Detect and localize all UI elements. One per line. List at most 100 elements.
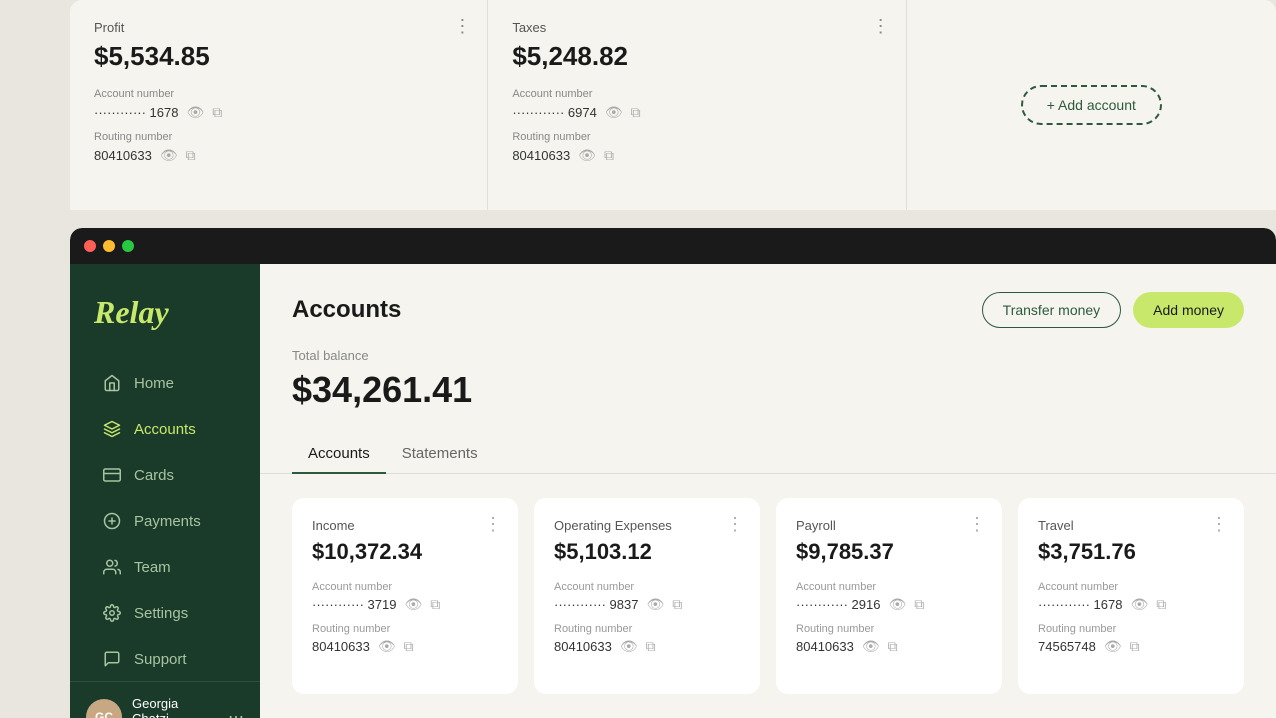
sidebar-item-home-label: Home — [134, 375, 174, 392]
sidebar-item-team[interactable]: Team — [78, 545, 252, 589]
bg-profit-card: Profit $5,534.85 Account number ········… — [70, 0, 488, 210]
payroll-routing-field: Routing number 80410633 👁 ⧉ — [796, 623, 982, 655]
copy-icon[interactable]: ⧉ — [1130, 638, 1140, 655]
sidebar-item-payments[interactable]: Payments — [78, 499, 252, 543]
opex-name: Operating Expenses — [554, 518, 740, 533]
copy-icon[interactable]: ⧉ — [646, 638, 656, 655]
payroll-acct-field: Account number ············ 2916 👁 ⧉ — [796, 581, 982, 613]
travel-card-menu[interactable]: ⋮ — [1210, 514, 1228, 535]
copy-icon[interactable]: ⧉ — [186, 147, 196, 164]
copy-icon[interactable]: ⧉ — [914, 596, 924, 613]
layers-icon — [102, 419, 122, 439]
opex-routing-field: Routing number 80410633 👁 ⧉ — [554, 623, 740, 655]
taxes-card-menu[interactable]: ⋮ — [872, 16, 890, 37]
avatar: GC — [86, 699, 122, 718]
tab-bar: Accounts Statements — [260, 435, 1276, 474]
payroll-amount: $9,785.37 — [796, 539, 982, 565]
opex-card-menu[interactable]: ⋮ — [726, 514, 744, 535]
copy-icon[interactable]: ⧉ — [212, 104, 222, 121]
sidebar-item-settings-label: Settings — [134, 605, 188, 622]
background-window: Profit $5,534.85 Account number ········… — [70, 0, 1276, 210]
chrome-minimize[interactable] — [103, 240, 115, 252]
bg-taxes-routing-value: 80410633 👁 ⧉ — [512, 147, 881, 164]
eye-icon[interactable]: 👁 — [160, 147, 178, 164]
eye-icon[interactable]: 👁 — [404, 596, 422, 613]
main-content: Accounts Transfer money Add money Total … — [260, 264, 1276, 718]
tab-accounts[interactable]: Accounts — [292, 435, 386, 474]
payroll-acct-value: ············ 2916 👁 ⧉ — [796, 596, 982, 613]
eye-icon[interactable]: 👁 — [646, 596, 664, 613]
bg-taxes-amount: $5,248.82 — [512, 41, 881, 72]
profit-card-menu[interactable]: ⋮ — [453, 16, 471, 37]
eye-icon[interactable]: 👁 — [1130, 596, 1148, 613]
dollar-icon — [102, 511, 122, 531]
transfer-money-button[interactable]: Transfer money — [982, 292, 1122, 328]
chat-icon — [102, 649, 122, 669]
account-card-opex: ⋮ Operating Expenses $5,103.12 Account n… — [534, 498, 760, 694]
sidebar-item-accounts[interactable]: Accounts — [78, 407, 252, 451]
add-account-button[interactable]: + Add account — [1021, 85, 1162, 125]
user-name: Georgia Chatzi — [132, 696, 218, 718]
user-menu-button[interactable]: ⋯ — [228, 707, 244, 718]
bg-profit-routing-value: 80410633 👁 ⧉ — [94, 147, 463, 164]
copy-icon[interactable]: ⧉ — [404, 638, 414, 655]
opex-routing-number: 80410633 — [554, 639, 612, 654]
accounts-grid: ⋮ Income $10,372.34 Account number ·····… — [260, 474, 1276, 718]
sidebar-item-cards[interactable]: Cards — [78, 453, 252, 497]
chrome-maximize[interactable] — [122, 240, 134, 252]
income-acct-label: Account number — [312, 581, 498, 593]
sidebar-item-home[interactable]: Home — [78, 361, 252, 405]
eye-icon[interactable]: 👁 — [620, 638, 638, 655]
income-card-menu[interactable]: ⋮ — [484, 514, 502, 535]
copy-icon[interactable]: ⧉ — [888, 638, 898, 655]
opex-acct-field: Account number ············ 9837 👁 ⧉ — [554, 581, 740, 613]
opex-acct-label: Account number — [554, 581, 740, 593]
copy-icon[interactable]: ⧉ — [1156, 596, 1166, 613]
bg-profit-acct-mask: ············ 1678 — [94, 105, 178, 120]
opex-routing-value: 80410633 👁 ⧉ — [554, 638, 740, 655]
copy-icon[interactable]: ⧉ — [672, 596, 682, 613]
opex-acct-mask: ············ 9837 — [554, 597, 638, 612]
header-actions: Transfer money Add money — [982, 292, 1244, 328]
travel-acct-label: Account number — [1038, 581, 1224, 593]
user-profile[interactable]: GC Georgia Chatzi Henry's Hat Hut ⋯ — [70, 681, 260, 718]
tab-statements[interactable]: Statements — [386, 435, 494, 474]
income-acct-value: ············ 3719 👁 ⧉ — [312, 596, 498, 613]
home-icon — [102, 373, 122, 393]
eye-icon[interactable]: 👁 — [578, 147, 596, 164]
add-account-card: + Add account — [907, 0, 1276, 210]
payroll-name: Payroll — [796, 518, 982, 533]
income-acct-mask: ············ 3719 — [312, 597, 396, 612]
eye-icon[interactable]: 👁 — [888, 596, 906, 613]
eye-icon[interactable]: 👁 — [378, 638, 396, 655]
main-window: Relay Home Accounts — [70, 228, 1276, 718]
income-name: Income — [312, 518, 498, 533]
travel-routing-number: 74565748 — [1038, 639, 1096, 654]
sidebar-item-settings[interactable]: Settings — [78, 591, 252, 635]
gear-icon — [102, 603, 122, 623]
chrome-close[interactable] — [84, 240, 96, 252]
eye-icon[interactable]: 👁 — [1104, 638, 1122, 655]
window-chrome — [70, 228, 1276, 264]
bg-profit-acct-value: ············ 1678 👁 ⧉ — [94, 104, 463, 121]
sidebar-item-support[interactable]: Support — [78, 637, 252, 681]
travel-routing-label: Routing number — [1038, 623, 1224, 635]
add-money-button[interactable]: Add money — [1133, 292, 1244, 328]
person-icon — [102, 557, 122, 577]
copy-icon[interactable]: ⧉ — [430, 596, 440, 613]
eye-icon[interactable]: 👁 — [862, 638, 880, 655]
page-title: Accounts — [292, 296, 401, 324]
payroll-card-menu[interactable]: ⋮ — [968, 514, 986, 535]
income-routing-field: Routing number 80410633 👁 ⧉ — [312, 623, 498, 655]
user-info: Georgia Chatzi Henry's Hat Hut — [132, 696, 218, 718]
copy-icon[interactable]: ⧉ — [631, 104, 641, 121]
income-routing-value: 80410633 👁 ⧉ — [312, 638, 498, 655]
travel-name: Travel — [1038, 518, 1224, 533]
eye-icon[interactable]: 👁 — [186, 104, 204, 121]
eye-icon[interactable]: 👁 — [605, 104, 623, 121]
copy-icon[interactable]: ⧉ — [604, 147, 614, 164]
account-card-payroll: ⋮ Payroll $9,785.37 Account number ·····… — [776, 498, 1002, 694]
sidebar-item-cards-label: Cards — [134, 467, 174, 484]
sidebar-item-team-label: Team — [134, 559, 171, 576]
income-amount: $10,372.34 — [312, 539, 498, 565]
